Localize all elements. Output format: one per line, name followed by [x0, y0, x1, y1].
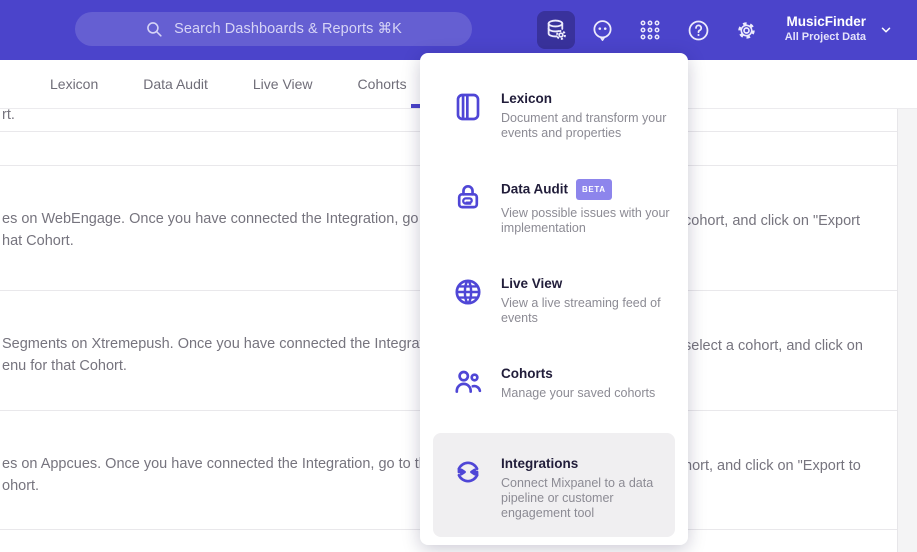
data-management-button[interactable]: [537, 11, 575, 49]
row-text-right-2: select a cohort, and click on: [684, 338, 863, 354]
row-text-left-1a: es on WebEngage. Once you have connected…: [2, 211, 459, 227]
row-text-right-1: cohort, and click on "Export: [684, 213, 861, 229]
row-text-left-3a: es on Appcues. Once you have connected t…: [2, 456, 451, 472]
search-placeholder: Search Dashboards & Reports ⌘K: [174, 21, 402, 37]
chat-smiley-icon: [592, 19, 612, 41]
beta-badge: BETA: [576, 179, 612, 200]
menu-item-description: Connect Mixpanel to a data pipeline or c…: [501, 476, 654, 520]
menu-item-title: Live View: [501, 276, 563, 291]
project-subtitle: All Project Data: [784, 31, 866, 43]
menu-item-cohorts[interactable]: Cohorts Manage your saved cohorts: [420, 366, 688, 421]
row-text-left-2a: Segments on Xtremepush. Once you have co…: [2, 336, 447, 352]
menu-item-title: Lexicon: [501, 91, 553, 106]
settings-button[interactable]: [727, 11, 765, 49]
menu-item-integrations[interactable]: Integrations Connect Mixpanel to a data …: [420, 456, 688, 536]
row-text-left-2b: enu for that Cohort.: [2, 358, 127, 374]
row-text-left-1b: hat Cohort.: [2, 233, 74, 249]
menu-item-lexicon[interactable]: Lexicon Document and transform your even…: [420, 91, 688, 161]
tab-data-audit[interactable]: Data Audit: [143, 76, 208, 92]
live-view-globe-icon: [455, 279, 481, 305]
menu-item-description: View a live streaming feed of events: [501, 296, 661, 325]
chevron-down-icon[interactable]: [879, 23, 893, 37]
data-audit-lock-icon: [457, 185, 479, 209]
feedback-button[interactable]: [583, 11, 621, 49]
help-button[interactable]: [679, 11, 717, 49]
menu-item-title-text: Data Audit: [501, 181, 568, 197]
search-input[interactable]: Search Dashboards & Reports ⌘K: [75, 12, 472, 46]
right-scroll-gutter[interactable]: [897, 109, 917, 552]
menu-item-title: Integrations: [501, 456, 579, 471]
integrations-sync-icon: [457, 461, 479, 483]
gear-icon: [737, 21, 755, 39]
database-gear-icon: [547, 19, 566, 40]
nav-dropdown-menu: Lexicon Document and transform your even…: [420, 53, 688, 545]
project-selector[interactable]: MusicFinder All Project Data: [785, 13, 866, 44]
menu-item-description: Manage your saved cohorts: [501, 386, 656, 400]
top-header: Search Dashboards & Reports ⌘K MusicFind…: [0, 0, 917, 60]
cohorts-people-icon: [455, 370, 482, 393]
grid-dots-icon: [640, 20, 660, 40]
menu-item-title: Cohorts: [501, 366, 553, 381]
menu-item-data-audit[interactable]: Data Audit BETA View possible issues with…: [420, 179, 688, 251]
tab-lexicon[interactable]: Lexicon: [50, 76, 98, 92]
search-icon: [147, 21, 162, 37]
row-text-left-3b: ohort.: [2, 478, 40, 494]
menu-item-description: Document and transform your events and p…: [501, 111, 667, 140]
menu-item-live-view[interactable]: Live View View a live streaming feed of …: [420, 276, 688, 346]
menu-item-description: View possible issues with your implement…: [501, 206, 670, 235]
lexicon-book-icon: [456, 93, 480, 121]
help-icon: [688, 20, 708, 40]
menu-item-title: Data Audit BETA: [501, 179, 681, 202]
project-name: MusicFinder: [786, 14, 866, 29]
apps-grid-button[interactable]: [631, 11, 669, 49]
tab-live-view[interactable]: Live View: [253, 76, 313, 92]
row-text-right-3: hort, and click on "Export to: [684, 458, 861, 474]
tab-cohorts[interactable]: Cohorts: [358, 76, 407, 92]
